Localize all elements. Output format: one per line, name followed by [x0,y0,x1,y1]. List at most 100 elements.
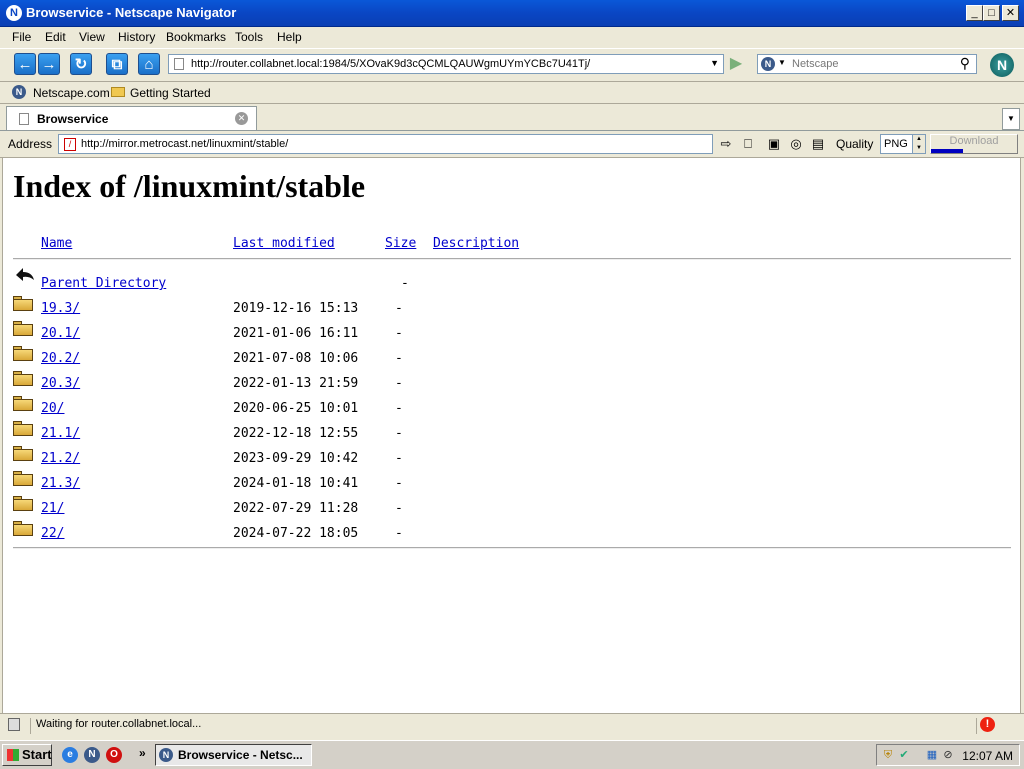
row-modified: 2021-01-06 16:11 [233,326,359,341]
folder-icon [13,446,33,461]
page-save-icon[interactable]: ▣ [766,136,782,152]
column-size-link[interactable]: Size [385,236,416,251]
tab-list-dropdown[interactable]: ▼ [1002,108,1020,130]
row-size: - [395,376,403,391]
address-field[interactable]: / http://mirror.metrocast.net/linuxmint/… [58,134,713,154]
parent-directory-arrow-icon [16,268,34,281]
search-field[interactable]: N ▼ Netscape ⚲ [757,54,977,74]
download-button[interactable]: Download [930,134,1018,154]
folder-icon [13,321,33,336]
magnifier-icon[interactable]: ⚲ [960,55,970,72]
go-button[interactable]: ▶ [726,54,746,74]
netscape-logo-icon[interactable]: N [990,53,1014,77]
footer-divider [13,547,1011,549]
row-size: - [395,401,403,416]
page-content: Index of /linuxmint/stable Name Last mod… [2,158,1021,713]
go-arrow-icon[interactable]: ⇨ [718,136,734,152]
netscape-task-icon: N [159,748,173,762]
forward-button[interactable]: → [38,53,60,75]
reload-icon: ↻ [74,56,88,73]
close-tab-icon[interactable]: ✕ [235,112,248,125]
row-name-link[interactable]: 21.1/ [41,426,80,441]
row-name-link[interactable]: 20.1/ [41,326,80,341]
menu-tools[interactable]: Tools [235,30,263,44]
opera-icon[interactable]: O [106,747,122,763]
bookmark-netscape-com[interactable]: Netscape.com [33,86,110,100]
parent-size: - [401,276,409,291]
menu-help[interactable]: Help [277,30,302,44]
download-label: Download [949,135,999,147]
system-tray: ⛨ ✔ ▦ ⊘ 12:07 AM [876,744,1020,766]
minimize-button[interactable]: _ [966,5,983,21]
shield-icon[interactable]: ⛨ [881,748,895,762]
row-name-link[interactable]: 21.3/ [41,476,80,491]
column-description-link[interactable]: Description [433,236,519,251]
parent-directory-link[interactable]: Parent Directory [41,276,166,291]
home-button[interactable]: ⌂ [138,53,160,75]
row-size: - [395,451,403,466]
maximize-button[interactable]: □ [983,5,1000,21]
netscape-quicklaunch-icon[interactable]: N [84,747,100,763]
chevron-down-icon[interactable]: ▼ [710,58,719,68]
row-modified: 2024-07-22 18:05 [233,526,359,541]
navigation-toolbar: ← → ↻ ⧉ ⌂ http://router.collabnet.local:… [0,48,1024,82]
error-indicator-icon[interactable]: ! [980,717,995,732]
bookmarks-toolbar: N Netscape.com Getting Started [0,81,1024,104]
netscape-search-icon[interactable]: N [761,57,775,71]
row-name-link[interactable]: 20.2/ [41,351,80,366]
chevron-down-icon: ▼ [1007,114,1015,123]
quality-select[interactable]: PNG ▲ ▼ [880,134,926,154]
clipboard-icon[interactable]: ▤ [810,136,826,152]
location-url: http://router.collabnet.local:1984/5/XOv… [191,58,591,70]
check-icon[interactable]: ✔ [897,748,911,762]
clock: 12:07 AM [962,749,1013,763]
bookmark-getting-started[interactable]: Getting Started [130,86,211,100]
row-name-link[interactable]: 22/ [41,526,64,541]
row-size: - [395,351,403,366]
menu-edit[interactable]: Edit [45,30,66,44]
row-name-link[interactable]: 21.2/ [41,451,80,466]
quicklaunch-overflow-icon[interactable]: » [139,746,146,760]
row-name-link[interactable]: 19.3/ [41,301,80,316]
row-size: - [395,476,403,491]
search-engine-dropdown-icon[interactable]: ▼ [778,58,786,67]
forward-arrow-icon: → [41,56,57,73]
folder-icon [13,471,33,486]
menu-view[interactable]: View [79,30,105,44]
close-button[interactable]: ✕ [1002,5,1019,21]
reload-button[interactable]: ↻ [70,53,92,75]
start-button[interactable]: Start [2,744,52,766]
tab-browservice[interactable]: Browservice ✕ [6,106,257,130]
folder-icon [13,521,33,536]
row-modified: 2020-06-25 10:01 [233,401,359,416]
row-modified: 2023-09-29 10:42 [233,451,359,466]
row-name-link[interactable]: 21/ [41,501,64,516]
windows-flag-icon [7,749,19,761]
download-progress-bar [931,149,963,153]
location-field[interactable]: http://router.collabnet.local:1984/5/XOv… [168,54,724,74]
back-button[interactable]: ← [14,53,36,75]
taskbar: Start e N O » N Browservice - Netsc... ⛨… [0,740,1024,769]
menu-bookmarks[interactable]: Bookmarks [166,30,226,44]
bookmark-icon[interactable]: ⎕ [740,136,756,152]
netscape-bookmark-icon: N [12,85,26,99]
row-name-link[interactable]: 20.3/ [41,376,80,391]
column-name-link[interactable]: Name [41,236,72,251]
folder-icon [13,496,33,511]
find-binoculars-icon[interactable]: ◎ [788,136,804,152]
menu-history[interactable]: History [118,30,155,44]
folder-icon [13,396,33,411]
security-lock-icon[interactable] [8,718,20,731]
spinner-arrows-icon[interactable]: ▲ ▼ [912,135,925,153]
network-icon[interactable]: ▦ [925,748,939,762]
pdf-icon: / [64,138,76,151]
internet-explorer-icon[interactable]: e [62,747,78,763]
menu-file[interactable]: File [12,30,31,44]
volume-muted-icon[interactable]: ⊘ [941,748,955,762]
new-window-button[interactable]: ⧉ [106,53,128,75]
column-modified-link[interactable]: Last modified [233,236,335,251]
taskbar-item-browservice[interactable]: N Browservice - Netsc... [155,744,312,766]
row-name-link[interactable]: 20/ [41,401,64,416]
task-label: Browservice - Netsc... [178,748,303,762]
status-bar: Waiting for router.collabnet.local... ! [0,713,1024,736]
